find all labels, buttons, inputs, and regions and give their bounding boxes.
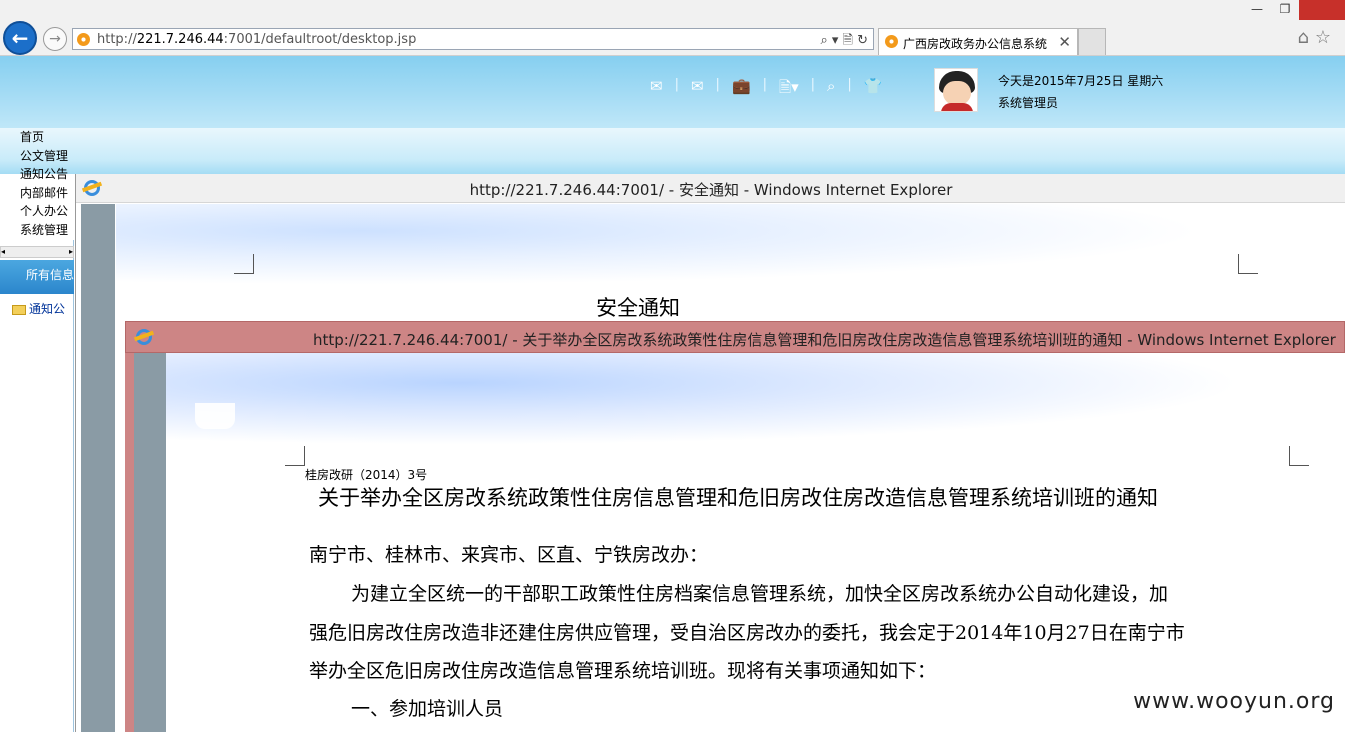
mail-icon[interactable]: ✉ [691,77,704,102]
sidebar: ◂ ▸ 所有信息 通知公 [0,240,74,732]
home-favorites-icons[interactable]: ⌂☆ [1297,27,1337,48]
popup2-title: http://221.7.246.44:7001/ - 关于举办全区房改系统政策… [313,331,1336,349]
forward-button[interactable]: → [43,27,67,51]
popup1-decoration [116,204,1345,294]
menu-item-home[interactable]: 首页 [20,128,68,147]
tree-item-notices[interactable]: 通知公 [12,300,65,317]
new-tab-button[interactable] [1078,28,1106,55]
address-url[interactable]: http://221.7.246.44:7001/defaultroot/des… [97,32,416,47]
briefcase-icon[interactable]: 💼 [732,77,751,102]
minimize-button[interactable]: — [1243,0,1271,20]
main-menu: 首页 公文管理 通知公告 内部邮件 个人办公 系统管理 [20,128,68,240]
popup1-gutter [81,204,115,732]
document-salutation: 南宁市、桂林市、来宾市、区直、宁铁房改办： [309,544,709,566]
paragraph-line-1: 为建立全区统一的干部职工政策性住房档案信息管理系统，加快全区房改系统办公自动化建… [351,583,1169,605]
menu-item-personal-office[interactable]: 个人办公 [20,202,68,221]
sidebar-scrollbar[interactable]: ◂ ▸ [0,246,74,258]
document-number: 桂房改研（2014）3号 [305,468,428,482]
tree-item-label: 通知公 [29,302,66,316]
avatar[interactable] [934,68,978,112]
forward-arrow-icon: → [49,31,61,47]
header-toolbar: ✉ | ✉ | 💼 | 🗎▾ | ⌕ | 👕 [650,77,882,102]
page-corner-mark [1289,446,1309,466]
page-corner-mark [285,446,305,466]
ie-logo-icon [136,329,152,345]
approve-mail-icon[interactable]: ✉ [650,77,663,102]
user-name: 系统管理员 [998,96,1059,110]
folder-icon [12,304,26,315]
paragraph-line-3: 举办全区危旧房改住房改造信息管理系统培训班。现将有关事项通知如下： [309,660,937,682]
tab-title: 广西房改政务办公信息系统 [903,37,1048,51]
watermark: www.wooyun.org [1133,689,1335,714]
menu-item-notices[interactable]: 通知公告 [20,165,68,184]
document-icon[interactable]: 🗎▾ [779,77,799,102]
menu-item-system-admin[interactable]: 系统管理 [20,221,68,240]
popup2-decoration [166,353,1345,453]
popup2-gutter [134,353,166,732]
window-controls: — ❐ [1243,0,1345,20]
search-icon[interactable]: ⌕ [827,77,835,102]
popup1-heading: 安全通知 [596,296,680,320]
back-button[interactable]: ← [3,21,37,55]
url-prefix: http:// [97,32,137,47]
popup2-border [125,353,134,732]
browser-tab[interactable]: 广西房改政务办公信息系统 ✕ [878,28,1078,55]
menu-item-documents[interactable]: 公文管理 [20,147,68,166]
site-favicon-icon [77,33,90,46]
menu-item-internal-mail[interactable]: 内部邮件 [20,184,68,203]
page-corner-mark [234,254,254,274]
url-host: 221.7.246.44 [136,32,224,47]
date-text: 今天是2015年7月25日 星期六 [998,74,1164,88]
address-tools[interactable]: ⌕ ▾ 🗎 ↻ [820,31,868,53]
close-window-button[interactable] [1299,0,1345,20]
address-bar[interactable]: http://221.7.246.44:7001/defaultroot/des… [72,28,874,50]
page-corner-mark [1238,254,1258,274]
section-heading-1: 一、参加培训人员 [351,698,504,720]
tab-favicon-icon [885,35,898,48]
paragraph-line-2: 强危旧房改住房改造非还建住房供应管理，受自治区房改办的委托，我会定于2014年1… [309,622,1185,644]
document-title: 关于举办全区房改系统政策性住房信息管理和危旧房改住房改造信息管理系统培训班的通知 [318,486,1158,510]
sidebar-header[interactable]: 所有信息 [0,260,74,294]
popup2-titlebar[interactable]: http://221.7.246.44:7001/ - 关于举办全区房改系统政策… [125,321,1345,353]
menu-band [0,128,1345,174]
tab-close-icon[interactable]: ✕ [1058,33,1071,51]
restore-button[interactable]: ❐ [1271,0,1299,20]
scroll-left-icon[interactable]: ◂ [1,247,5,256]
coffee-cup-decoration [195,403,235,429]
back-arrow-icon: ← [11,26,29,50]
url-path: :7001/defaultroot/desktop.jsp [223,32,417,47]
scroll-right-icon[interactable]: ▸ [69,247,73,257]
popup1-title: http://221.7.246.44:7001/ - 安全通知 - Windo… [469,181,953,199]
popup1-titlebar[interactable]: http://221.7.246.44:7001/ - 安全通知 - Windo… [76,174,1345,203]
theme-shirt-icon[interactable]: 👕 [864,77,883,102]
